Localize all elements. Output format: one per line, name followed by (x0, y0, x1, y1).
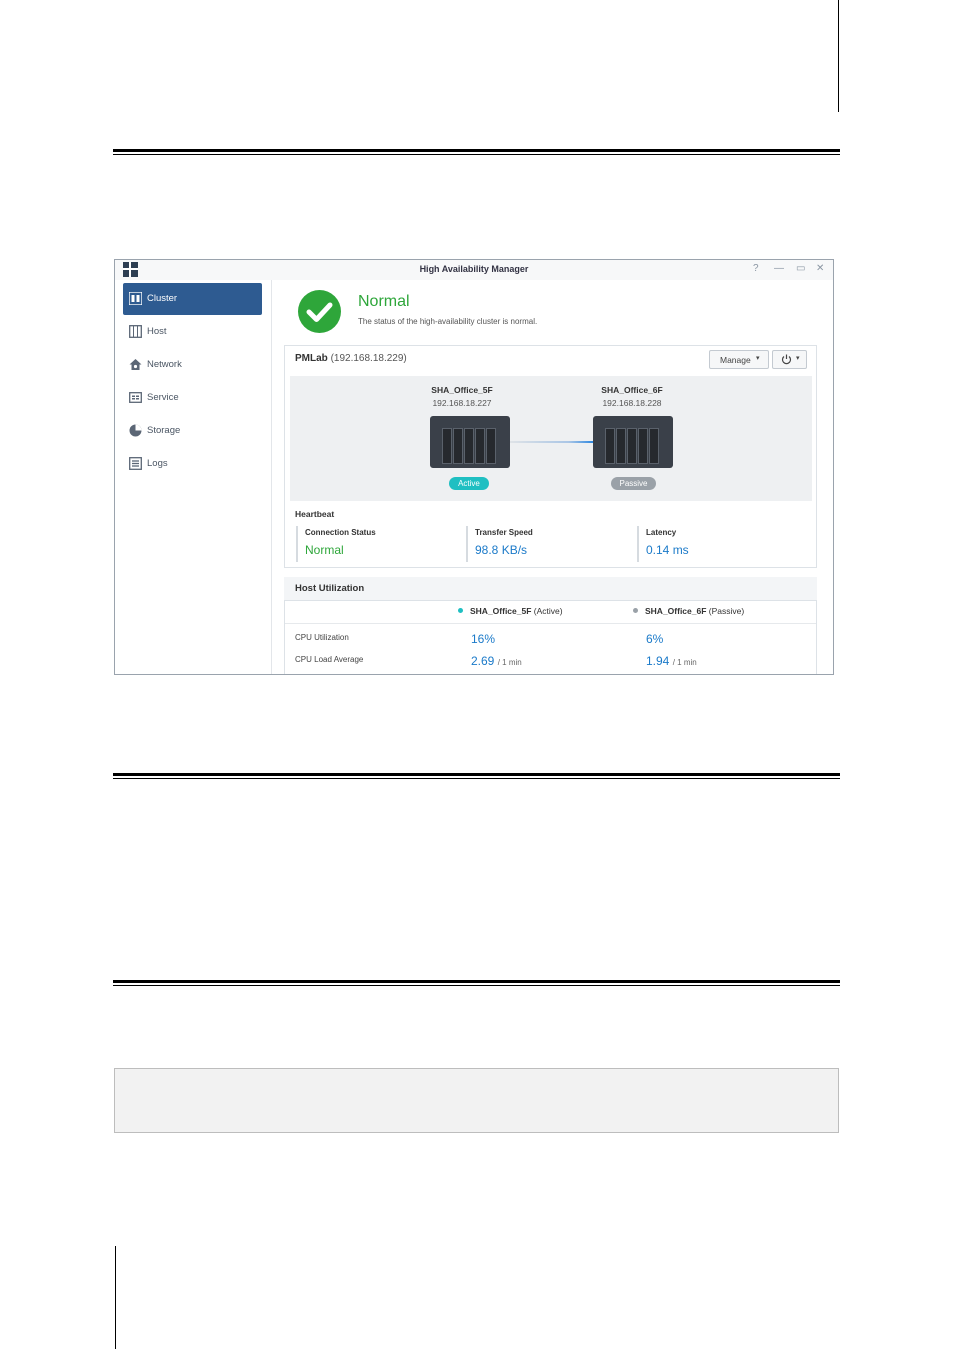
section-rule-1 (113, 149, 840, 155)
minimize-icon[interactable]: — (774, 263, 784, 275)
section-rule-3 (113, 980, 840, 986)
heartbeat-connection-status: Connection Status Normal (296, 526, 463, 562)
host-column-passive: SHA_Office_6F (Passive) (633, 606, 744, 616)
sidebar-item-label: Cluster (147, 293, 178, 304)
sidebar-item-label: Network (147, 359, 182, 370)
status-description: The status of the high-availability clus… (358, 317, 538, 326)
cpu-load-passive: 1.94 / 1 min (646, 654, 697, 668)
ha-manager-window: High Availability Manager ? — ▭ ✕ Cluste… (114, 259, 834, 675)
node-ip-passive: 192.168.18.228 (602, 398, 662, 408)
sidebar-item-network[interactable]: Network (123, 349, 262, 381)
network-icon (129, 359, 142, 370)
node-name-passive: SHA_Office_6F (601, 385, 663, 395)
cpu-utilization-active: 16% (471, 632, 496, 646)
power-icon (781, 354, 792, 365)
nas-device-icon (430, 416, 510, 468)
status-badge-passive: Passive (611, 477, 656, 490)
maximize-icon[interactable]: ▭ (796, 263, 805, 275)
heartbeat-label: Connection Status (305, 528, 376, 537)
power-menu-button[interactable]: ▾ (772, 350, 807, 369)
heartbeat-label: Latency (646, 528, 677, 537)
cpu-utilization-passive: 6% (646, 632, 664, 646)
host-role: (Passive) (708, 606, 745, 616)
sidebar-item-label: Host (147, 326, 167, 337)
logs-icon (129, 457, 142, 470)
close-icon[interactable]: ✕ (816, 263, 824, 275)
row-label-cpu-utilization: CPU Utilization (295, 633, 349, 642)
sidebar: Cluster Host Network Service Storage Log… (115, 280, 272, 674)
cluster-name: PMLab (295, 353, 328, 364)
chevron-down-icon: ▾ (796, 355, 800, 362)
manage-label: Manage (720, 355, 751, 365)
host-name: SHA_Office_6F (645, 606, 707, 616)
window-title: High Availability Manager (419, 264, 529, 274)
heartbeat-value: 98.8 KB/s (475, 543, 528, 557)
chevron-down-icon: ▾ (756, 355, 760, 362)
host-name: SHA_Office_5F (470, 606, 532, 616)
nas-device-icon (593, 416, 673, 468)
service-icon (129, 392, 142, 403)
host-utilization-title: Host Utilization (295, 583, 365, 594)
heartbeat-transfer-speed: Transfer Speed 98.8 KB/s (466, 526, 633, 562)
sidebar-item-logs[interactable]: Logs (123, 448, 262, 480)
sidebar-item-label: Logs (147, 458, 168, 469)
sidebar-item-cluster[interactable]: Cluster (123, 283, 262, 315)
heartbeat-value: 0.14 ms (646, 543, 689, 557)
help-icon[interactable]: ? (753, 263, 759, 275)
heartbeat-title: Heartbeat (295, 509, 335, 519)
title-bar[interactable]: High Availability Manager ? — ▭ ✕ (115, 260, 833, 281)
sidebar-item-host[interactable]: Host (123, 316, 262, 348)
sidebar-item-label: Service (147, 392, 179, 403)
cluster-title: PMLab (192.168.18.229) (295, 353, 407, 364)
cpu-load-value: 1.94 (646, 654, 670, 668)
status-title: Normal (358, 293, 410, 310)
cpu-load-unit: / 1 min (497, 658, 522, 667)
status-badge-active: Active (449, 477, 489, 490)
section-rule-2 (113, 773, 840, 779)
check-icon (298, 290, 341, 333)
page-edge-line-top (838, 0, 839, 112)
status-dot-icon (458, 608, 463, 613)
cluster-diagram (290, 376, 812, 501)
row-divider (285, 623, 816, 624)
heartbeat-latency: Latency 0.14 ms (637, 526, 804, 562)
status-dot-icon (633, 608, 638, 613)
node-ip-active: 192.168.18.227 (432, 398, 492, 408)
storage-icon (129, 424, 142, 437)
node-name-active: SHA_Office_5F (431, 385, 493, 395)
manage-button[interactable]: Manage ▾ (709, 350, 769, 369)
host-column-active: SHA_Office_5F (Active) (458, 606, 563, 616)
page-edge-line-bottom (115, 1246, 116, 1349)
sidebar-item-service[interactable]: Service (123, 382, 262, 414)
heartbeat-value: Normal (305, 543, 344, 557)
cpu-load-active: 2.69 / 1 min (471, 654, 522, 668)
heartbeat-label: Transfer Speed (475, 528, 533, 537)
sidebar-item-label: Storage (147, 425, 181, 436)
cpu-load-unit: / 1 min (672, 658, 697, 667)
sidebar-item-storage[interactable]: Storage (123, 415, 262, 447)
row-label-cpu-load: CPU Load Average (295, 655, 364, 664)
cluster-icon (129, 292, 142, 305)
host-role: (Active) (533, 606, 563, 616)
host-icon (129, 325, 142, 338)
cpu-load-value: 2.69 (471, 654, 495, 668)
cluster-ip: (192.168.18.229) (330, 353, 407, 364)
note-box (114, 1068, 839, 1133)
